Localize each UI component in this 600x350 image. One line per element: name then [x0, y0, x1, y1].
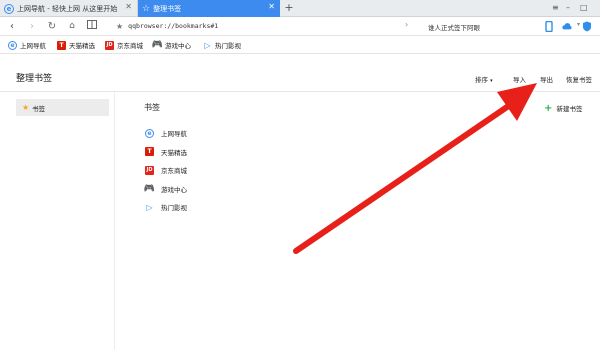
list-item[interactable]: 🎮 游戏中心 — [143, 183, 187, 195]
bookmark-label: 热门影视 — [215, 42, 241, 50]
ie-e-icon: e — [8, 40, 17, 50]
new-bookmark-button[interactable]: + 新建书签 — [544, 103, 582, 114]
tab-strip: e 上网导航 - 轻快上网 从这里开始 ✕ ☆ 整理书签 ✕ + ≡ – □ — [0, 0, 600, 17]
tab-navigation[interactable]: e 上网导航 - 轻快上网 从这里开始 ✕ — [0, 0, 138, 17]
page-title: 整理书签 — [16, 74, 53, 84]
bookmark-label: 天猫精选 — [161, 148, 187, 157]
restore-bookmarks-button[interactable]: 恢复书签 — [566, 74, 592, 84]
jd-icon: JD — [105, 40, 114, 50]
menu-icon[interactable]: ≡ — [552, 0, 559, 17]
refresh-button[interactable]: ↻ — [46, 20, 58, 33]
jd-icon: JD — [145, 165, 154, 175]
tab-label: 整理书签 — [153, 4, 182, 13]
bookmark-bar-item[interactable]: ▷ 热门影视 — [203, 39, 241, 51]
reader-mode-button[interactable] — [86, 20, 98, 33]
list-item[interactable]: ▷ 热门影视 — [145, 201, 187, 213]
list-item[interactable]: e 上网导航 — [145, 127, 187, 139]
export-button[interactable]: 导出 — [540, 74, 553, 84]
chevron-down-icon[interactable]: ▾ — [577, 21, 580, 28]
minimize-icon[interactable]: – — [566, 0, 570, 17]
sidebar-item-label: 书签 — [32, 104, 46, 113]
sidebar-item-bookmarks[interactable]: ★ 书签 — [16, 99, 109, 116]
folder-sidebar: ★ 书签 — [0, 92, 115, 350]
folder-title: 书签 — [144, 103, 160, 112]
chevron-right-icon[interactable]: › — [405, 20, 408, 29]
new-tab-button[interactable]: + — [283, 0, 295, 17]
browser-window: e 上网导航 - 轻快上网 从这里开始 ✕ ☆ 整理书签 ✕ + ≡ – □ ‹… — [0, 0, 600, 350]
chevron-down-icon: ▾ — [490, 78, 493, 84]
import-button[interactable]: 导入 — [513, 74, 526, 84]
home-button[interactable]: ⌂ — [66, 20, 78, 33]
bookmark-label: 上网导航 — [20, 42, 46, 50]
cloud-icon[interactable] — [562, 21, 572, 32]
ie-e-icon: e — [4, 3, 14, 14]
bookmark-bar-item[interactable]: T 天猫精选 — [57, 39, 95, 51]
plus-icon: + — [544, 103, 553, 114]
navigation-bar: ‹ › ↻ ⌂ ★ qqbrowser://bookmarks#1 › 谁人正式… — [0, 17, 600, 36]
page-header: 整理书签 排序 ▾ 导入 导出 恢复书签 — [0, 54, 600, 92]
bookmark-bar-item[interactable]: 🎮 游戏中心 — [151, 39, 191, 51]
gamepad-icon: 🎮 — [143, 183, 156, 194]
bookmark-label: 热门影视 — [161, 204, 187, 212]
bookmark-bar-item[interactable]: JD 京东商城 — [105, 39, 143, 51]
search-text: 谁人正式签下阿眼 — [428, 23, 480, 32]
tab-label: 上网导航 - 轻快上网 从这里开始 — [17, 4, 118, 13]
ie-e-icon: e — [145, 128, 154, 138]
sort-dropdown[interactable]: 排序 ▾ — [475, 74, 493, 84]
bookmark-label: 京东商城 — [117, 42, 143, 50]
bookmark-list: e 上网导航 T 天猫精选 JD 京东商城 🎮 游戏中心 ▷ 热门影视 — [143, 127, 187, 220]
close-icon[interactable]: ✕ — [268, 2, 275, 11]
star-icon: ☆ — [142, 3, 151, 14]
list-item[interactable]: T 天猫精选 — [145, 146, 187, 158]
star-icon: ★ — [22, 103, 30, 112]
bookmark-bar-item[interactable]: e 上网导航 — [8, 39, 46, 51]
bookmark-label: 游戏中心 — [161, 185, 187, 194]
bookmarks-bar: e 上网导航 T 天猫精选 JD 京东商城 🎮 游戏中心 ▷ 热门影视 — [0, 36, 600, 54]
tmall-icon: T — [57, 40, 66, 50]
gamepad-icon: 🎮 — [151, 40, 164, 50]
new-bookmark-label: 新建书签 — [556, 105, 583, 113]
play-icon: ▷ — [146, 202, 153, 212]
list-item[interactable]: JD 京东商城 — [145, 164, 187, 176]
close-icon[interactable]: ✕ — [125, 2, 132, 11]
maximize-icon[interactable]: □ — [580, 0, 588, 17]
sort-label: 排序 — [475, 76, 488, 84]
tmall-icon: T — [145, 147, 154, 156]
phone-icon[interactable] — [544, 21, 554, 32]
bookmark-label: 上网导航 — [161, 130, 187, 138]
search-box[interactable]: 谁人正式签下阿眼 ▾ — [420, 19, 580, 34]
back-button[interactable]: ‹ — [6, 20, 18, 33]
bookmark-label: 天猫精选 — [69, 42, 95, 50]
bookmark-label: 京东商城 — [161, 167, 187, 175]
bookmark-label: 游戏中心 — [165, 42, 191, 50]
forward-button[interactable]: › — [26, 20, 38, 33]
address-bar[interactable]: ★ qqbrowser://bookmarks#1 — [110, 18, 410, 34]
address-url: qqbrowser://bookmarks#1 — [128, 22, 219, 30]
play-icon: ▷ — [204, 40, 211, 50]
star-icon[interactable]: ★ — [116, 22, 123, 31]
tab-bookmarks[interactable]: ☆ 整理书签 ✕ — [138, 0, 280, 17]
shield-icon[interactable] — [582, 21, 592, 32]
